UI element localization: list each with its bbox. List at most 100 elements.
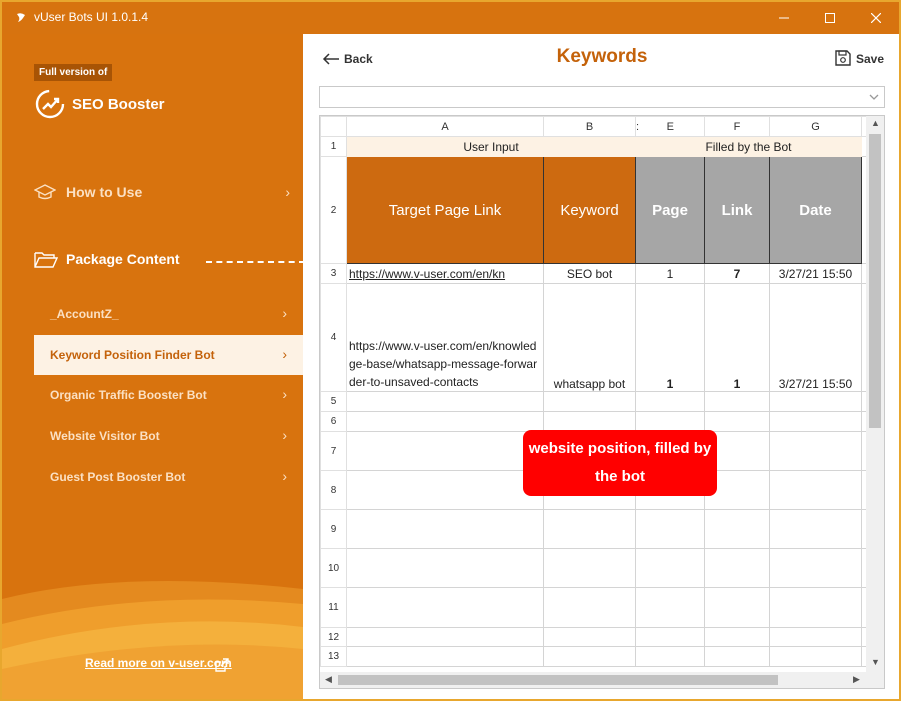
sidebar-item-keyword-position-finder[interactable]: Keyword Position Finder Bot › <box>34 335 303 375</box>
table-row: 2 Target Page Link Keyword Page Link Dat… <box>320 156 870 264</box>
header-keyword[interactable]: Keyword <box>543 156 636 264</box>
chevron-right-icon: › <box>282 468 287 484</box>
dashed-divider <box>206 261 303 263</box>
column-header[interactable]: F <box>704 116 770 137</box>
sheet-selector-dropdown[interactable] <box>319 86 885 108</box>
sidebar-item-label: Guest Post Booster Bot <box>50 470 186 484</box>
scroll-up-icon[interactable]: ▲ <box>871 118 880 128</box>
row-header[interactable]: 1 <box>320 136 347 157</box>
sidebar-item-label: Organic Traffic Booster Bot <box>50 388 207 402</box>
column-header[interactable]: A <box>346 116 544 137</box>
nav-package-content-label: Package Content <box>66 251 180 267</box>
chevron-right-icon: › <box>282 427 287 443</box>
chevron-right-icon: › <box>282 386 287 402</box>
row-header[interactable]: 2 <box>320 156 347 264</box>
nav-how-to-use[interactable]: How to Use › <box>34 180 294 206</box>
scroll-down-icon[interactable]: ▼ <box>871 657 880 667</box>
column-header-row: A B :E F G <box>320 116 870 137</box>
table-row: 1 User Input Filled by the Bot <box>320 136 870 157</box>
app-window: vUser Bots UI 1.0.1.4 Full version of SE… <box>0 0 901 701</box>
header-link[interactable]: Link <box>704 156 770 264</box>
maximize-button[interactable] <box>807 2 853 34</box>
row-header[interactable]: 7 <box>320 431 347 471</box>
sidebar-item-label: _AccountZ_ <box>50 307 119 321</box>
page-cell[interactable]: 1 <box>635 283 705 392</box>
table-row: 9 <box>320 509 870 549</box>
row-header[interactable]: 13 <box>320 646 347 667</box>
brand-name: SEO Booster <box>72 96 165 113</box>
target-link-cell[interactable]: https://www.v-user.com/en/knowledge-base… <box>346 283 544 392</box>
close-button[interactable] <box>853 2 899 34</box>
row-header[interactable]: 6 <box>320 411 347 432</box>
maximize-icon <box>825 13 835 23</box>
row-header[interactable]: 10 <box>320 548 347 588</box>
sidebar-item-accountz[interactable]: _AccountZ_ › <box>34 294 303 334</box>
column-header-collapsed[interactable]: :E <box>635 116 705 137</box>
sidebar-item-guest-post-booster[interactable]: Guest Post Booster Bot › <box>34 457 303 497</box>
scrollbar-corner <box>866 672 884 688</box>
row-header[interactable]: 11 <box>320 587 347 628</box>
chevron-down-icon <box>869 94 879 100</box>
title-bar: vUser Bots UI 1.0.1.4 <box>2 2 899 34</box>
keyword-cell[interactable]: SEO bot <box>543 263 636 284</box>
chevron-right-icon: › <box>282 346 287 362</box>
column-header[interactable]: B <box>543 116 636 137</box>
chevron-right-icon: › <box>282 305 287 321</box>
decorative-wave <box>2 581 303 699</box>
date-cell[interactable]: 3/27/21 15:50 <box>769 283 862 392</box>
graduation-cap-icon <box>34 184 56 200</box>
header-page[interactable]: Page <box>635 156 705 264</box>
vertical-scrollbar[interactable]: ▲ ▼ <box>866 116 884 672</box>
table-row: 4 https://www.v-user.com/en/knowledge-ba… <box>320 283 870 392</box>
horizontal-scrollbar[interactable]: ◀ ▶ <box>320 672 866 688</box>
spreadsheet[interactable]: A B :E F G 1 User Input Filled by the Bo… <box>319 115 885 689</box>
table-row: 3 https://www.v-user.com/en/kn SEO bot 1… <box>320 263 870 284</box>
header-target-page-link[interactable]: Target Page Link <box>346 156 544 264</box>
minimize-icon <box>779 17 789 19</box>
scroll-right-icon[interactable]: ▶ <box>853 674 860 685</box>
table-row: 5 <box>320 391 870 412</box>
row-header[interactable]: 5 <box>320 391 347 412</box>
close-icon <box>871 13 881 23</box>
scroll-left-icon[interactable]: ◀ <box>325 674 332 685</box>
table-row: 11 <box>320 587 870 628</box>
arrow-left-icon <box>322 53 339 65</box>
header-date[interactable]: Date <box>769 156 862 264</box>
annotation-callout: website position, filled by the bot <box>523 430 717 496</box>
row-header[interactable]: 4 <box>320 283 347 392</box>
app-logo-icon <box>17 13 25 22</box>
nav-how-to-use-label: How to Use <box>66 184 143 200</box>
keyword-cell[interactable]: whatsapp bot <box>543 283 636 392</box>
link-cell[interactable]: 1 <box>704 283 770 392</box>
back-label: Back <box>344 52 373 66</box>
sidebar-item-organic-traffic-booster[interactable]: Organic Traffic Booster Bot › <box>34 375 303 415</box>
full-version-badge: Full version of <box>34 64 113 81</box>
group-user-input[interactable]: User Input <box>346 136 636 157</box>
row-header[interactable]: 9 <box>320 509 347 549</box>
keywords-grid: A B :E F G 1 User Input Filled by the Bo… <box>320 116 870 667</box>
row-header[interactable]: 8 <box>320 470 347 510</box>
target-link-cell[interactable]: https://www.v-user.com/en/kn <box>346 263 544 284</box>
page-cell[interactable]: 1 <box>635 263 705 284</box>
date-cell[interactable]: 3/27/21 15:50 <box>769 263 862 284</box>
folder-open-icon <box>34 252 58 268</box>
sidebar-item-website-visitor[interactable]: Website Visitor Bot › <box>34 416 303 456</box>
window-title: vUser Bots UI 1.0.1.4 <box>34 10 149 24</box>
seo-booster-logo-icon <box>35 89 65 119</box>
horizontal-scroll-thumb[interactable] <box>338 675 778 685</box>
chevron-right-icon: › <box>285 184 290 200</box>
link-cell[interactable]: 7 <box>704 263 770 284</box>
sidebar-item-label: Keyword Position Finder Bot <box>50 348 215 362</box>
nav-package-content[interactable]: Package Content <box>34 247 303 273</box>
group-filled-by-bot[interactable]: Filled by the Bot <box>635 136 862 157</box>
sidebar: Full version of SEO Booster How to Use ›… <box>2 34 303 699</box>
row-header[interactable]: 12 <box>320 627 347 647</box>
row-header[interactable]: 3 <box>320 263 347 284</box>
page-title: Keywords <box>556 46 648 67</box>
corner-cell <box>320 116 347 137</box>
minimize-button[interactable] <box>761 2 807 34</box>
column-header[interactable]: G <box>769 116 862 137</box>
external-link-icon[interactable] <box>214 657 230 673</box>
read-more-link[interactable]: Read more on v-user.com <box>85 656 232 670</box>
vertical-scroll-thumb[interactable] <box>869 134 881 428</box>
